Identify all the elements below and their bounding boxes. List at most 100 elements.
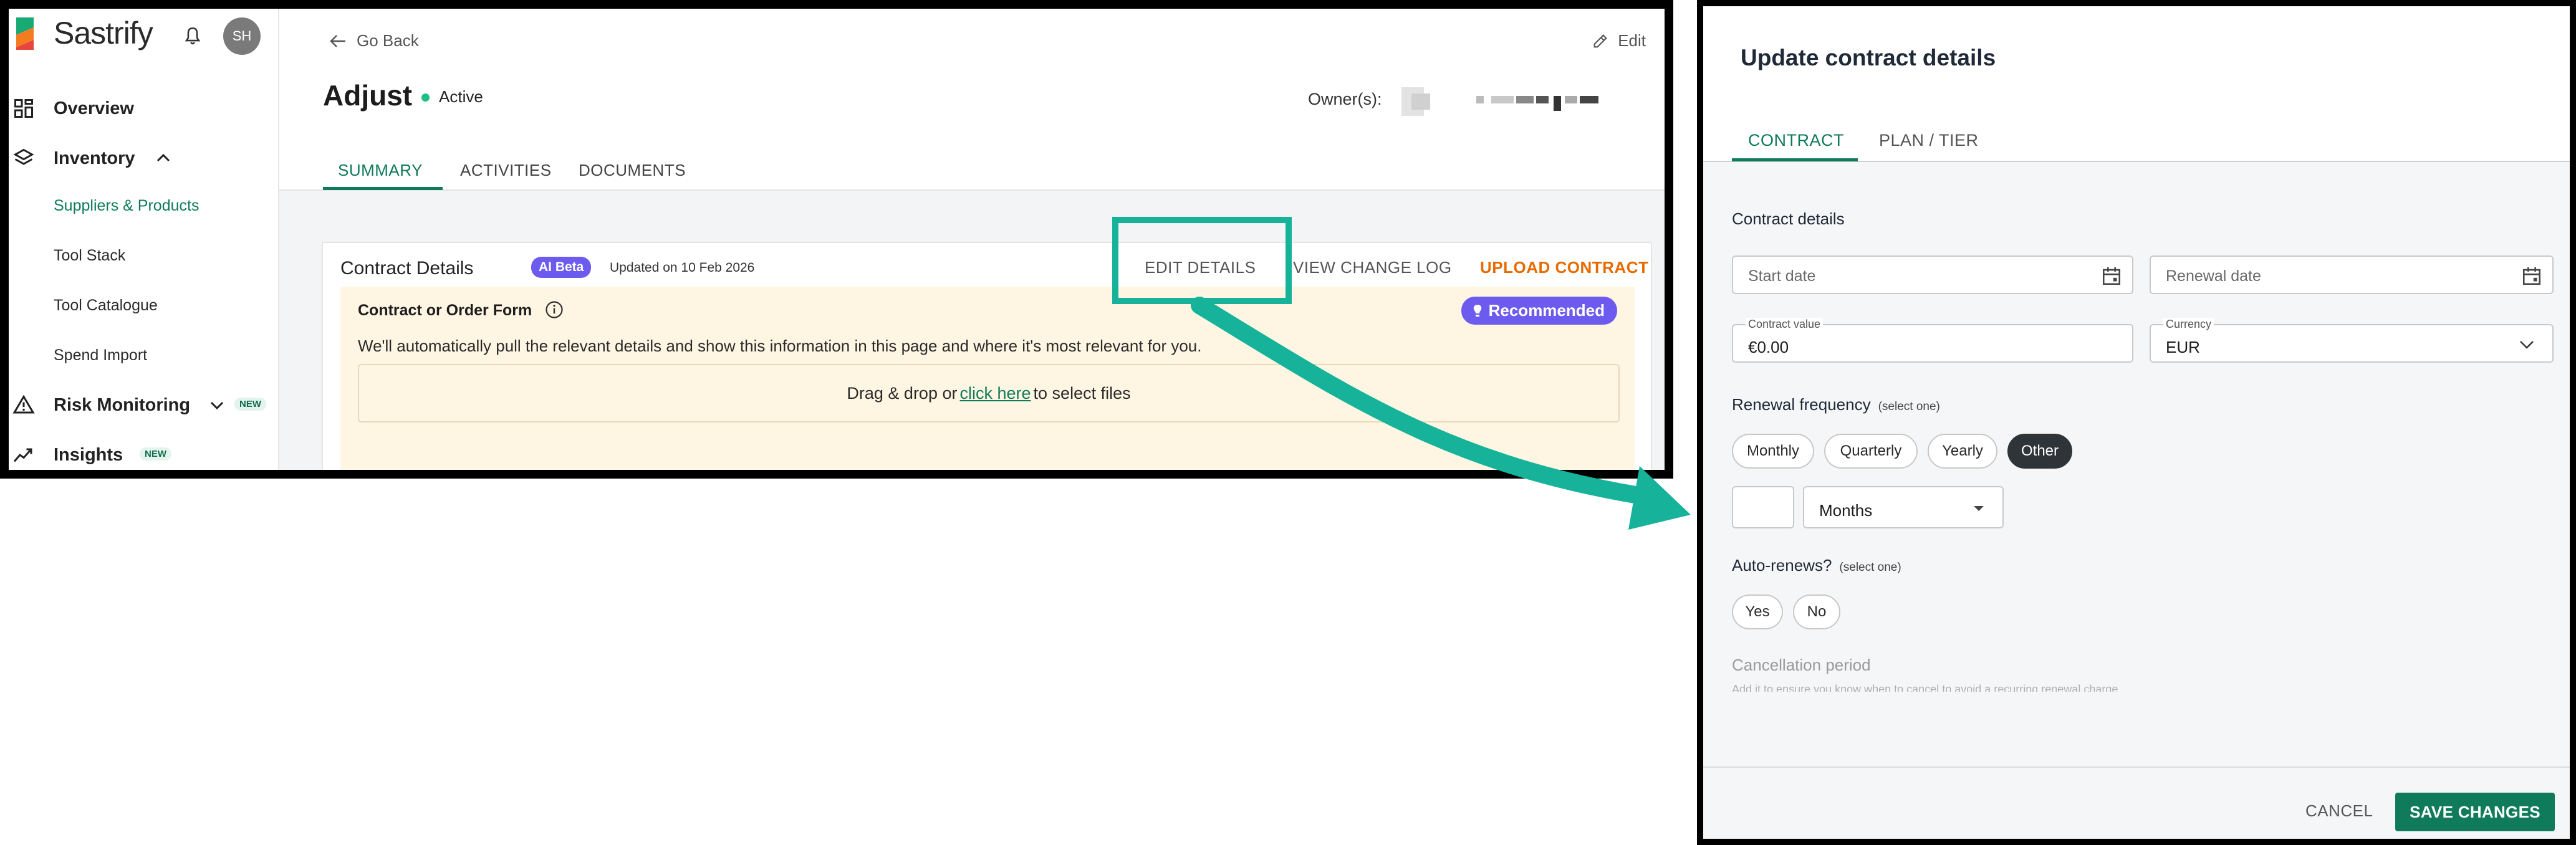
form-description: We'll automatically pull the relevant de…	[358, 337, 1202, 355]
select-one-hint: (select one)	[1878, 400, 1940, 413]
start-date-placeholder: Start date	[1748, 267, 1816, 285]
period-unit-select[interactable]: Months	[1803, 486, 2004, 528]
contract-value-field[interactable]: Contract value €0.00	[1732, 318, 2133, 363]
renewal-date-placeholder: Renewal date	[2166, 267, 2261, 285]
chevron-down-icon	[2520, 341, 2534, 349]
warning-icon	[12, 394, 35, 414]
sidebar-item-insights[interactable]: Insights NEW	[9, 436, 278, 470]
sidebar-item-label: Risk Monitoring	[54, 394, 191, 415]
auto-renews-text: Auto-renews?	[1732, 556, 1832, 575]
page-header: Go Back Edit Adjust Active Owner(s): SUM…	[279, 9, 1665, 191]
user-avatar[interactable]: SH	[223, 17, 261, 55]
sidebar-subitem-spend-import[interactable]: Spend Import	[54, 346, 147, 365]
layers-icon	[13, 148, 34, 165]
select-one-hint: (select one)	[1839, 561, 1901, 574]
renewal-option-other[interactable]: Other	[2007, 434, 2072, 469]
tab-summary[interactable]: SUMMARY	[338, 161, 423, 180]
owners-label: Owner(s):	[1308, 90, 1382, 108]
period-unit-value: Months	[1819, 501, 1873, 520]
sidebar-subitem-tool-stack[interactable]: Tool Stack	[54, 247, 125, 265]
form-title: Contract or Order Form	[358, 302, 532, 319]
dialog-title: Update contract details	[1741, 45, 1996, 70]
sidebar-subitem-suppliers-products[interactable]: Suppliers & Products	[54, 197, 199, 215]
card-title: Contract Details	[340, 258, 474, 279]
recommended-badge: Recommended	[1461, 297, 1617, 325]
dialog-footer: CANCEL SAVE CHANGES	[1703, 768, 2570, 839]
grid-icon	[14, 99, 33, 118]
sidebar-item-label: Inventory	[54, 148, 135, 168]
tab-contract[interactable]: CONTRACT	[1748, 131, 1844, 150]
dialog-body: Contract details Start date Renewal date	[1703, 162, 2570, 766]
contract-value-label: Contract value	[1746, 318, 1824, 331]
tab-activities[interactable]: ACTIVITIES	[460, 161, 552, 180]
renewal-frequency-text: Renewal frequency	[1732, 395, 1871, 414]
start-date-field[interactable]: Start date	[1732, 255, 2133, 294]
currency-value: EUR	[2166, 338, 2200, 356]
app-screenshot-frame: Sastrify SH Overview Inventory Suppliers…	[0, 0, 1673, 479]
auto-renews-no[interactable]: No	[1793, 594, 1840, 629]
updated-timestamp: Updated on 10 Feb 2026	[610, 260, 755, 275]
notification-bell-icon[interactable]	[182, 25, 203, 47]
view-change-log-button[interactable]: VIEW CHANGE LOG	[1293, 258, 1452, 277]
sidebar-item-risk-monitoring[interactable]: Risk Monitoring NEW	[9, 386, 278, 424]
main-content: Go Back Edit Adjust Active Owner(s): SUM…	[279, 9, 1665, 470]
renewal-option-monthly[interactable]: Monthly	[1732, 434, 1814, 469]
trend-icon	[13, 448, 32, 462]
tab-plan-tier[interactable]: PLAN / TIER	[1879, 131, 1979, 150]
cancellation-period-hint: Add it to ensure you know when to cancel…	[1732, 683, 2118, 692]
go-back-label: Go Back	[357, 31, 419, 50]
pencil-icon	[1593, 34, 1608, 47]
drop-text-prefix: Drag & drop or	[847, 383, 958, 403]
lightbulb-icon	[1473, 304, 1481, 317]
sidebar-item-inventory[interactable]: Inventory	[9, 140, 278, 177]
sastrify-logo-icon	[16, 17, 34, 50]
auto-renews-yes[interactable]: Yes	[1732, 594, 1783, 629]
caret-down-icon	[1974, 506, 1984, 511]
owner-avatars-redacted	[1401, 87, 1598, 116]
chevron-down-icon[interactable]	[209, 400, 224, 411]
sidebar-item-overview[interactable]: Overview	[9, 90, 278, 127]
click-here-link[interactable]: click here	[959, 384, 1031, 403]
edit-label: Edit	[1618, 31, 1646, 50]
brand-name: Sastrify	[54, 16, 153, 50]
active-tab-indicator	[1732, 158, 1858, 161]
active-tab-indicator	[323, 187, 443, 190]
new-badge: NEW	[234, 398, 266, 411]
section-contract-details: Contract details	[1732, 209, 1845, 228]
ai-beta-badge: AI Beta	[531, 257, 592, 278]
go-back-link[interactable]: Go Back	[329, 31, 419, 50]
renewal-frequency-label: Renewal frequency (select one)	[1732, 395, 1940, 414]
cancellation-period-label: Cancellation period	[1732, 656, 1871, 674]
upload-contract-button[interactable]: UPLOAD CONTRACT	[1480, 258, 1648, 277]
contract-upload-panel: Contract or Order Form Recommended We'll…	[340, 287, 1635, 470]
chevron-up-icon[interactable]	[156, 152, 171, 163]
auto-renews-label: Auto-renews? (select one)	[1732, 556, 1901, 575]
sidebar-item-label: Insights	[54, 444, 123, 465]
contract-value: €0.00	[1748, 338, 1789, 356]
renewal-option-quarterly[interactable]: Quarterly	[1824, 434, 1918, 469]
drop-text-suffix: to select files	[1033, 383, 1131, 403]
update-contract-dialog: Update contract details CONTRACT PLAN / …	[1697, 0, 2576, 845]
edit-details-highlight	[1112, 217, 1292, 304]
tab-documents[interactable]: DOCUMENTS	[579, 161, 686, 180]
calendar-icon[interactable]	[2101, 265, 2122, 287]
currency-label: Currency	[2163, 318, 2214, 331]
arrow-left-icon	[330, 34, 345, 47]
sidebar-item-label: Overview	[54, 98, 134, 118]
renewal-date-field[interactable]: Renewal date	[2150, 255, 2554, 294]
currency-select[interactable]: Currency EUR	[2150, 318, 2554, 363]
file-dropzone[interactable]: Drag & drop or click here to select file…	[358, 364, 1620, 422]
status-dot	[421, 93, 430, 102]
calendar-icon[interactable]	[2521, 265, 2542, 287]
period-count-input[interactable]	[1732, 486, 1794, 528]
sidebar-subitem-tool-catalogue[interactable]: Tool Catalogue	[54, 297, 158, 315]
cancel-button[interactable]: CANCEL	[2305, 801, 2373, 821]
sidebar: Sastrify SH Overview Inventory Suppliers…	[9, 9, 279, 470]
status-badge: Active	[439, 87, 483, 106]
info-icon[interactable]	[545, 300, 564, 319]
recommended-label: Recommended	[1488, 301, 1605, 320]
renewal-option-yearly[interactable]: Yearly	[1928, 434, 1997, 469]
edit-button[interactable]: Edit	[1592, 31, 1646, 50]
contract-details-card: Contract Details AI Beta Updated on 10 F…	[322, 242, 1652, 470]
save-changes-button[interactable]: SAVE CHANGES	[2395, 793, 2555, 831]
